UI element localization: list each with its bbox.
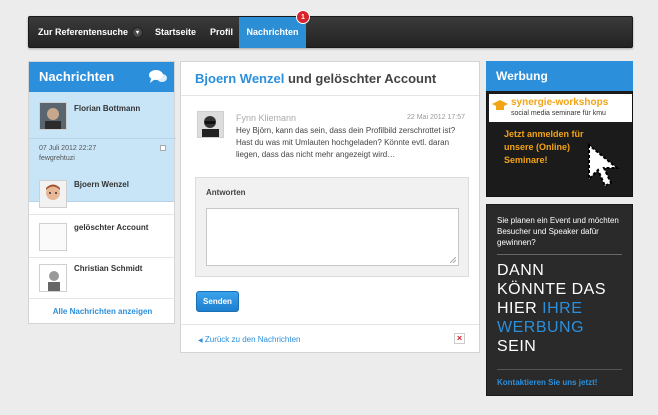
chevron-down-icon[interactable]: ▾	[132, 27, 144, 39]
list-item[interactable]: gelöschter Account	[29, 215, 176, 257]
ad-header: Werbung	[486, 61, 633, 91]
sender-name: Bjoern Wenzel	[74, 180, 129, 189]
reply-form: Antworten	[195, 177, 469, 277]
unread-marker-icon[interactable]	[160, 145, 166, 151]
messages-title: Nachrichten	[39, 69, 115, 84]
divider	[497, 254, 622, 255]
sender-name: Christian Schmidt	[74, 264, 143, 273]
resize-handle-icon[interactable]	[450, 257, 456, 263]
ad-big-text: DANN KÖNNTE DAS HIER IHRE WERBUNG SEIN	[497, 261, 606, 356]
contact-us-link[interactable]: Kontaktieren Sie uns jetzt!	[497, 378, 597, 387]
message-body: Hey Björn, kann das sein, dass dein Prof…	[236, 126, 456, 159]
conversation-panel: Bjoern Wenzel und gelöschter Account Fyn…	[180, 61, 480, 353]
messages-header: Nachrichten	[29, 62, 174, 92]
chat-bubbles-icon	[149, 70, 167, 83]
ad-intro-text: Sie planen ein Event und möchten Besuche…	[497, 216, 619, 247]
send-button[interactable]: Senden	[196, 291, 239, 312]
big-line-1: DANN	[497, 262, 545, 279]
nav-startseite[interactable]: Startseite	[155, 17, 196, 48]
big-line-2: KÖNNTE DAS	[497, 281, 607, 298]
reply-textarea[interactable]	[206, 208, 459, 266]
avatar	[39, 102, 67, 130]
delete-conversation-button[interactable]: ×	[454, 333, 465, 344]
nav-referentensuche-label: Zur Referentensuche	[38, 27, 129, 37]
list-item[interactable]: Christian Schmidt	[29, 258, 176, 298]
conversation-title: Bjoern Wenzel und gelöschter Account	[195, 71, 436, 86]
sender-name: Florian Bottmann	[74, 104, 141, 113]
logo-name: synergie-workshops	[511, 97, 609, 108]
big-line-5: SEIN	[497, 338, 537, 355]
big-line-3b: IHRE	[542, 300, 583, 317]
nav-nachrichten[interactable]: Nachrichten 1	[239, 10, 310, 48]
sender-name: gelöschter Account	[74, 223, 149, 232]
reply-label: Antworten	[206, 188, 246, 197]
arrow-left-icon: ◀	[198, 338, 203, 344]
nav-referentensuche[interactable]: Zur Referentensuche ▾	[38, 17, 144, 48]
avatar	[197, 111, 224, 138]
avatar	[39, 180, 67, 208]
list-item[interactable]: Bjoern Wenzel	[29, 172, 176, 214]
big-line-4: WERBUNG	[497, 319, 585, 336]
logo-tagline: social media seminare für kmu	[511, 110, 606, 117]
nav-nachrichten-label: Nachrichten	[246, 27, 299, 37]
divider	[497, 369, 622, 370]
divider	[29, 138, 176, 139]
divider	[181, 95, 479, 96]
message-sender: Fynn Kliemann	[236, 113, 297, 123]
ad-space-box: Sie planen ein Event und möchten Besuche…	[486, 204, 633, 396]
back-to-messages-link[interactable]: ◀ Zurück zu den Nachrichten	[198, 335, 300, 344]
message-date: 07 Juli 2012 22:27	[39, 145, 97, 152]
ad-banner[interactable]: Werbung synergie-workshops social media …	[486, 61, 633, 197]
big-line-3a: HIER	[497, 300, 543, 317]
top-navigation: Zur Referentensuche ▾ Startseite Profil N…	[28, 10, 633, 48]
divider	[181, 324, 479, 325]
conversation-partner-link[interactable]: Bjoern Wenzel	[195, 71, 284, 86]
graduation-cap-icon	[492, 100, 508, 110]
promo-text: Jetzt anmelden für unsere (Online) Semin…	[504, 129, 584, 165]
conversation-title-rest: und gelöschter Account	[284, 71, 437, 86]
avatar	[39, 264, 67, 292]
show-all-messages-link[interactable]: Alle Nachrichten anzeigen	[29, 307, 176, 316]
cursor-arrow-icon	[588, 143, 620, 188]
back-label: Zurück zu den Nachrichten	[204, 335, 301, 344]
message-date: 22 Mai 2012 17:57	[407, 114, 465, 121]
avatar-placeholder	[39, 223, 67, 251]
synergie-logo: synergie-workshops social media seminare…	[489, 94, 632, 122]
notification-badge: 1	[296, 10, 310, 24]
nav-profil[interactable]: Profil	[210, 17, 233, 48]
messages-panel: Nachrichten Florian Bottmann 07 Juli 201…	[28, 61, 176, 324]
divider	[29, 298, 176, 299]
message-subject: fewgrehtuzi	[39, 155, 75, 162]
